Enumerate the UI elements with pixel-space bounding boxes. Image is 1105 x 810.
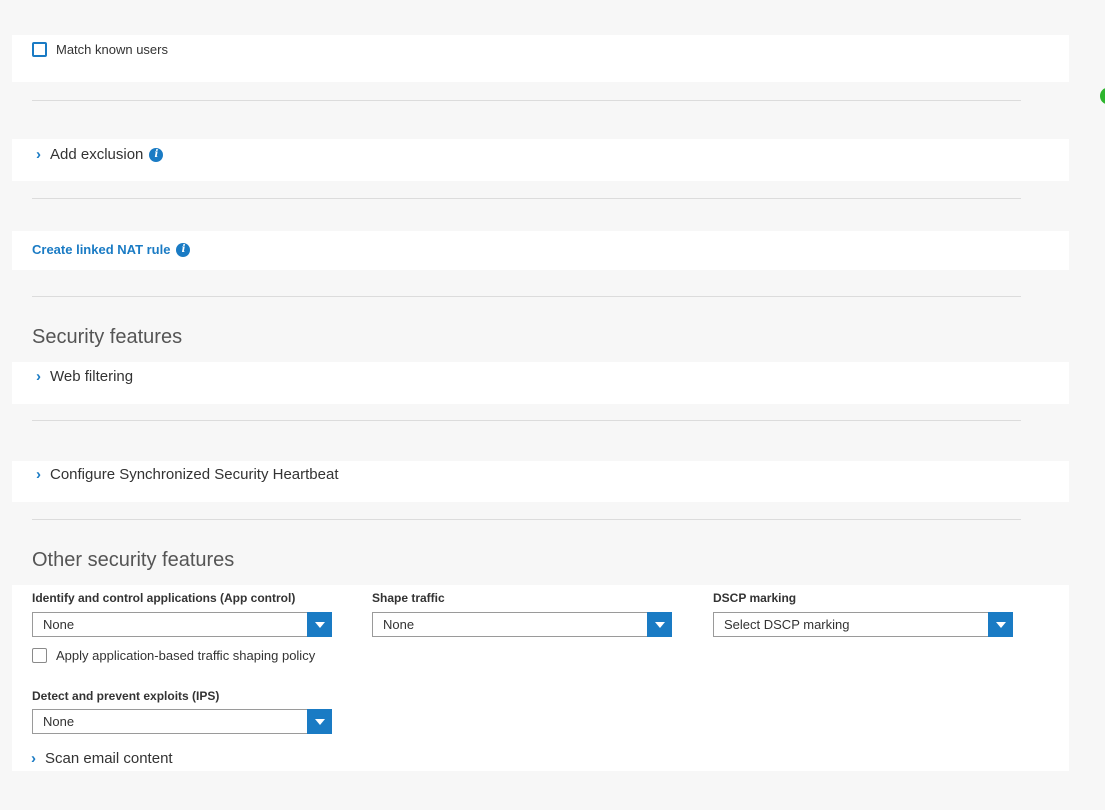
web-filtering-label: Web filtering	[50, 368, 134, 385]
linked-nat-row: Create linked NAT rule i	[32, 242, 191, 257]
chevron-right-icon: ›	[36, 466, 41, 483]
dropdown-button[interactable]	[647, 612, 672, 637]
match-users-label: Match known users	[56, 42, 168, 57]
app-shaping-checkbox[interactable]	[32, 648, 47, 663]
divider	[32, 420, 1021, 421]
shape-traffic-label: Shape traffic	[372, 591, 445, 605]
divider	[32, 519, 1021, 520]
chevron-right-icon: ›	[31, 750, 36, 767]
web-filtering-card	[12, 362, 1069, 404]
add-exclusion-expander[interactable]: › Add exclusion i	[36, 146, 164, 163]
chevron-down-icon	[995, 621, 1006, 628]
chevron-right-icon: ›	[36, 146, 41, 163]
dropdown-button[interactable]	[988, 612, 1013, 637]
info-icon[interactable]: i	[176, 242, 191, 257]
heartbeat-label: Configure Synchronized Security Heartbea…	[50, 466, 339, 483]
app-shaping-row[interactable]: Apply application-based traffic shaping …	[32, 648, 315, 663]
divider	[32, 296, 1021, 297]
firewall-rule-page: Match known users › Add exclusion i Crea…	[0, 0, 1105, 810]
scan-email-expander[interactable]: › Scan email content	[31, 750, 173, 767]
app-shaping-label: Apply application-based traffic shaping …	[56, 648, 316, 663]
info-icon[interactable]: i	[149, 147, 164, 162]
shape-traffic-select[interactable]: None	[372, 612, 672, 637]
divider	[32, 100, 1021, 101]
web-filtering-expander[interactable]: › Web filtering	[36, 368, 133, 385]
app-control-label: Identify and control applications (App c…	[32, 591, 296, 605]
security-features-heading: Security features	[32, 326, 183, 348]
side-panel	[1100, 0, 1105, 810]
ips-value: None	[43, 714, 75, 729]
chevron-down-icon	[654, 621, 665, 628]
scan-email-label: Scan email content	[45, 750, 173, 767]
ips-select[interactable]: None	[32, 709, 332, 734]
add-exclusion-label: Add exclusion	[50, 146, 144, 163]
shape-traffic-value: None	[383, 617, 415, 632]
chevron-down-icon	[314, 718, 325, 725]
dscp-value: Select DSCP marking	[724, 617, 850, 632]
app-control-select[interactable]: None	[32, 612, 332, 637]
dropdown-button[interactable]	[307, 612, 332, 637]
other-security-heading: Other security features	[32, 549, 235, 571]
dscp-select[interactable]: Select DSCP marking	[713, 612, 1013, 637]
app-control-value: None	[43, 617, 75, 632]
add-exclusion-card	[12, 139, 1069, 181]
dscp-label: DSCP marking	[713, 591, 797, 605]
match-users-checkbox[interactable]	[32, 42, 47, 57]
chevron-down-icon	[314, 621, 325, 628]
heartbeat-expander[interactable]: › Configure Synchronized Security Heartb…	[36, 466, 339, 483]
match-users-row[interactable]: Match known users	[32, 42, 168, 57]
chevron-right-icon: ›	[36, 368, 41, 385]
dropdown-button[interactable]	[307, 709, 332, 734]
create-linked-nat-link[interactable]: Create linked NAT rule	[32, 242, 170, 257]
match-users-card: Match known users	[12, 35, 1069, 82]
status-dot	[1100, 88, 1105, 104]
divider	[32, 198, 1021, 199]
ips-label: Detect and prevent exploits (IPS)	[32, 689, 220, 703]
